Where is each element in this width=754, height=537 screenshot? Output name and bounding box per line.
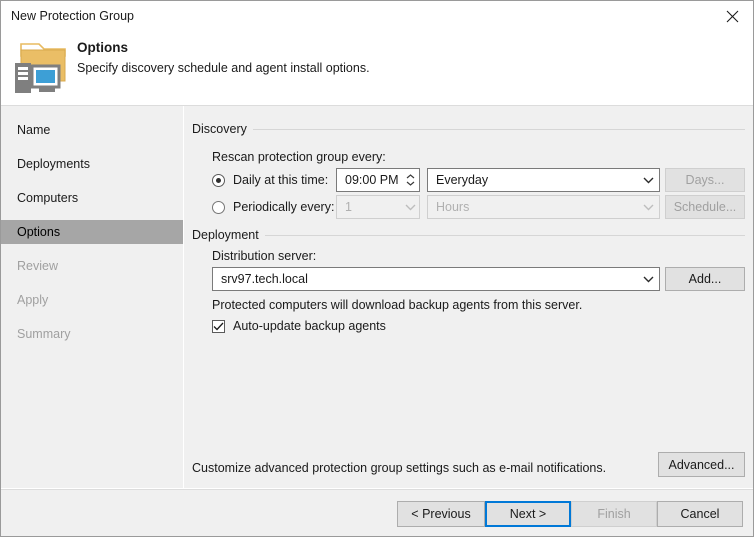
protection-group-folder-icon (13, 38, 73, 94)
sidebar-item-summary: Summary (1, 322, 183, 346)
chevron-down-icon (406, 181, 414, 186)
discovery-group-label: Discovery (192, 122, 253, 136)
sidebar-item-label: Computers (17, 191, 79, 205)
periodic-unit-select: Hours (427, 195, 660, 219)
sidebar-item-label: Deployments (17, 157, 90, 171)
new-protection-group-dialog: New Protection Group Options Specify dis… (0, 0, 754, 537)
spinner-arrows[interactable] (401, 169, 419, 191)
sidebar-item-options[interactable]: Options (1, 220, 183, 244)
daily-time-spinner[interactable]: 09:00 PM (336, 168, 420, 192)
sidebar-item-review: Review (1, 254, 183, 278)
sidebar-item-label: Summary (17, 327, 71, 341)
dialog-footer: < Previous Next > Finish Cancel (1, 489, 753, 536)
daily-time-value: 09:00 PM (345, 173, 399, 187)
chevron-down-icon[interactable] (637, 276, 659, 283)
sidebar-item-deployments[interactable]: Deployments (1, 152, 183, 176)
daily-radio-label: Daily at this time: (233, 173, 329, 187)
periodic-radio-label: Periodically every: (233, 200, 335, 214)
periodic-unit-value: Hours (436, 200, 470, 214)
periodic-interval-value: 1 (345, 200, 352, 214)
previous-button[interactable]: < Previous (397, 501, 485, 527)
schedule-button: Schedule... (665, 195, 745, 219)
deployment-group-label: Deployment (192, 228, 265, 242)
check-icon (213, 322, 224, 330)
sidebar-item-label: Name (17, 123, 51, 137)
chevron-down-icon (401, 196, 419, 218)
window-title: New Protection Group (11, 9, 134, 23)
sidebar-item-label: Apply (17, 293, 49, 307)
finish-button: Finish (571, 501, 657, 527)
deployment-hint: Protected computers will download backup… (212, 298, 583, 312)
auto-update-label: Auto-update backup agents (233, 319, 386, 333)
radio-indicator-periodic (212, 200, 225, 214)
page-title: Options (77, 40, 128, 55)
daily-radio[interactable]: Daily at this time: (212, 173, 328, 187)
rescan-label: Rescan protection group every: (212, 150, 386, 164)
sidebar-item-label: Options (17, 225, 61, 239)
cancel-button[interactable]: Cancel (657, 501, 743, 527)
days-button: Days... (665, 168, 745, 192)
auto-update-checkbox[interactable]: Auto-update backup agents (212, 319, 386, 333)
distribution-server-label: Distribution server: (212, 249, 317, 263)
options-panel: Discovery Rescan protection group every:… (184, 106, 753, 488)
next-button[interactable]: Next > (485, 501, 571, 527)
sidebar-item-apply: Apply (1, 288, 183, 312)
discovery-group-rule (192, 129, 745, 130)
add-server-button[interactable]: Add... (665, 267, 745, 291)
sidebar-item-name[interactable]: Name (1, 118, 183, 142)
chevron-down-icon[interactable] (637, 177, 659, 184)
sidebar-item-computers[interactable]: Computers (1, 186, 183, 210)
title-bar: New Protection Group (1, 1, 753, 32)
advanced-hint: Customize advanced protection group sett… (192, 461, 607, 475)
periodic-radio[interactable]: Periodically every: (212, 200, 334, 214)
periodic-interval-select: 1 (336, 195, 420, 219)
checkbox-indicator (212, 319, 225, 333)
distribution-server-select[interactable]: srv97.tech.local (212, 267, 660, 291)
close-icon[interactable] (710, 1, 753, 31)
distribution-server-value: srv97.tech.local (221, 272, 308, 286)
daily-day-value: Everyday (436, 173, 489, 187)
advanced-button[interactable]: Advanced... (658, 452, 745, 477)
deployment-group-rule (192, 235, 745, 236)
chevron-up-icon (406, 174, 414, 179)
sidebar-item-label: Review (17, 259, 58, 273)
chevron-down-icon (637, 204, 659, 211)
daily-day-select[interactable]: Everyday (427, 168, 660, 192)
dialog-header: Options Specify discovery schedule and a… (1, 32, 753, 106)
page-subtitle: Specify discovery schedule and agent ins… (77, 61, 370, 75)
wizard-step-nav: Name Deployments Computers Options Revie… (1, 106, 184, 488)
radio-indicator-daily (212, 173, 225, 187)
